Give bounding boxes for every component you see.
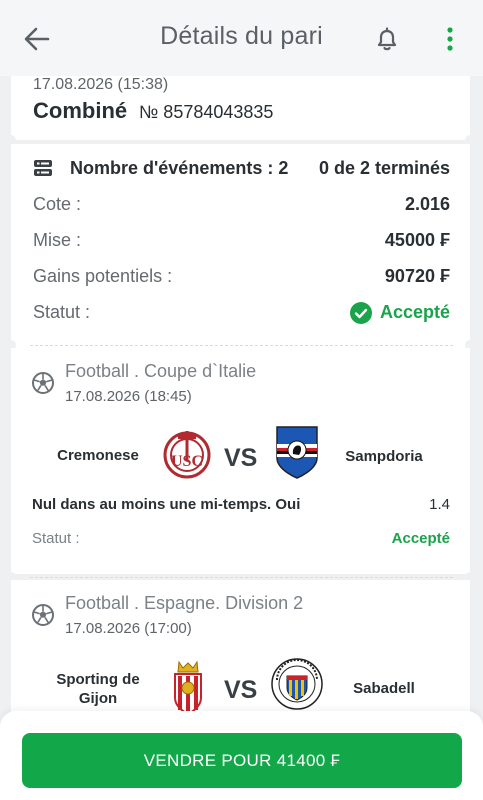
- cremonese-crest-icon: USC: [160, 428, 214, 482]
- status-label: Statut :: [33, 302, 91, 322]
- event-league: Football . Espagne. Division 2: [65, 593, 304, 613]
- winnings-label: Gains potentiels :: [33, 266, 173, 286]
- sell-bet-button[interactable]: VENDRE POUR 41400 ₣: [22, 733, 462, 788]
- bet-header-card: 17.08.2026 (15:38) Combiné № 85784043835: [6, 76, 475, 145]
- bet-odd: 1.4: [429, 496, 450, 513]
- sampdoria-crest-icon: [274, 424, 328, 479]
- football-icon: [32, 604, 54, 626]
- home-team: Cremonese: [57, 447, 139, 464]
- odds-value: 2.016: [404, 194, 450, 214]
- winnings-value: 90720 ₣: [384, 266, 450, 286]
- bet-type: Combiné: [33, 98, 128, 123]
- event-date: 17.08.2026 (18:45): [65, 388, 192, 405]
- events-finished: 0 de 2 terminés: [318, 158, 450, 178]
- bet-details: 17.08.2026 (15:38) Combiné № 85784043835…: [0, 76, 483, 800]
- stake-label: Mise :: [33, 230, 82, 250]
- away-team: Sabadell: [353, 680, 415, 697]
- divider: [30, 345, 453, 346]
- vs-label: VS: [224, 444, 258, 472]
- event-league: Football . Coupe d`Italie: [65, 361, 257, 381]
- check-circle-icon: [350, 302, 372, 324]
- event-status-value: Accepté: [391, 530, 450, 547]
- event-card: Football . Coupe d`Italie 17.08.2026 (18…: [11, 348, 470, 574]
- more-options-icon[interactable]: [440, 24, 460, 54]
- bell-icon[interactable]: [372, 24, 402, 54]
- events-list-icon: [33, 158, 53, 178]
- status-row: Statut : Accepté: [33, 302, 450, 326]
- events-count: Nombre d'événements : 2: [70, 158, 289, 178]
- sabadell-crest-icon: [269, 656, 323, 710]
- home-team: Sporting de Gijon: [56, 671, 140, 707]
- status-value: Accepté: [379, 302, 450, 322]
- bet-date: 17.08.2026 (15:38): [33, 76, 169, 93]
- svg-text:USC: USC: [171, 453, 203, 470]
- event-status-label: Statut :: [32, 530, 80, 547]
- app-header: Détails du pari: [0, 0, 483, 76]
- event-date: 17.08.2026 (17:00): [65, 620, 192, 637]
- vs-label: VS: [224, 676, 258, 704]
- odds-label: Cote :: [33, 194, 82, 214]
- sporting-gijon-crest-icon: [171, 660, 225, 716]
- divider: [30, 577, 453, 578]
- bottom-action-bar: VENDRE POUR 41400 ₣: [0, 711, 483, 800]
- football-icon: [32, 372, 54, 394]
- bet-selection: Nul dans au moins une mi-temps. Oui: [32, 496, 301, 513]
- page-title: Détails du pari: [160, 22, 323, 50]
- bet-number: № 85784043835: [139, 102, 274, 122]
- stake-value: 45000 ₣: [384, 230, 450, 250]
- away-team: Sampdoria: [345, 448, 423, 465]
